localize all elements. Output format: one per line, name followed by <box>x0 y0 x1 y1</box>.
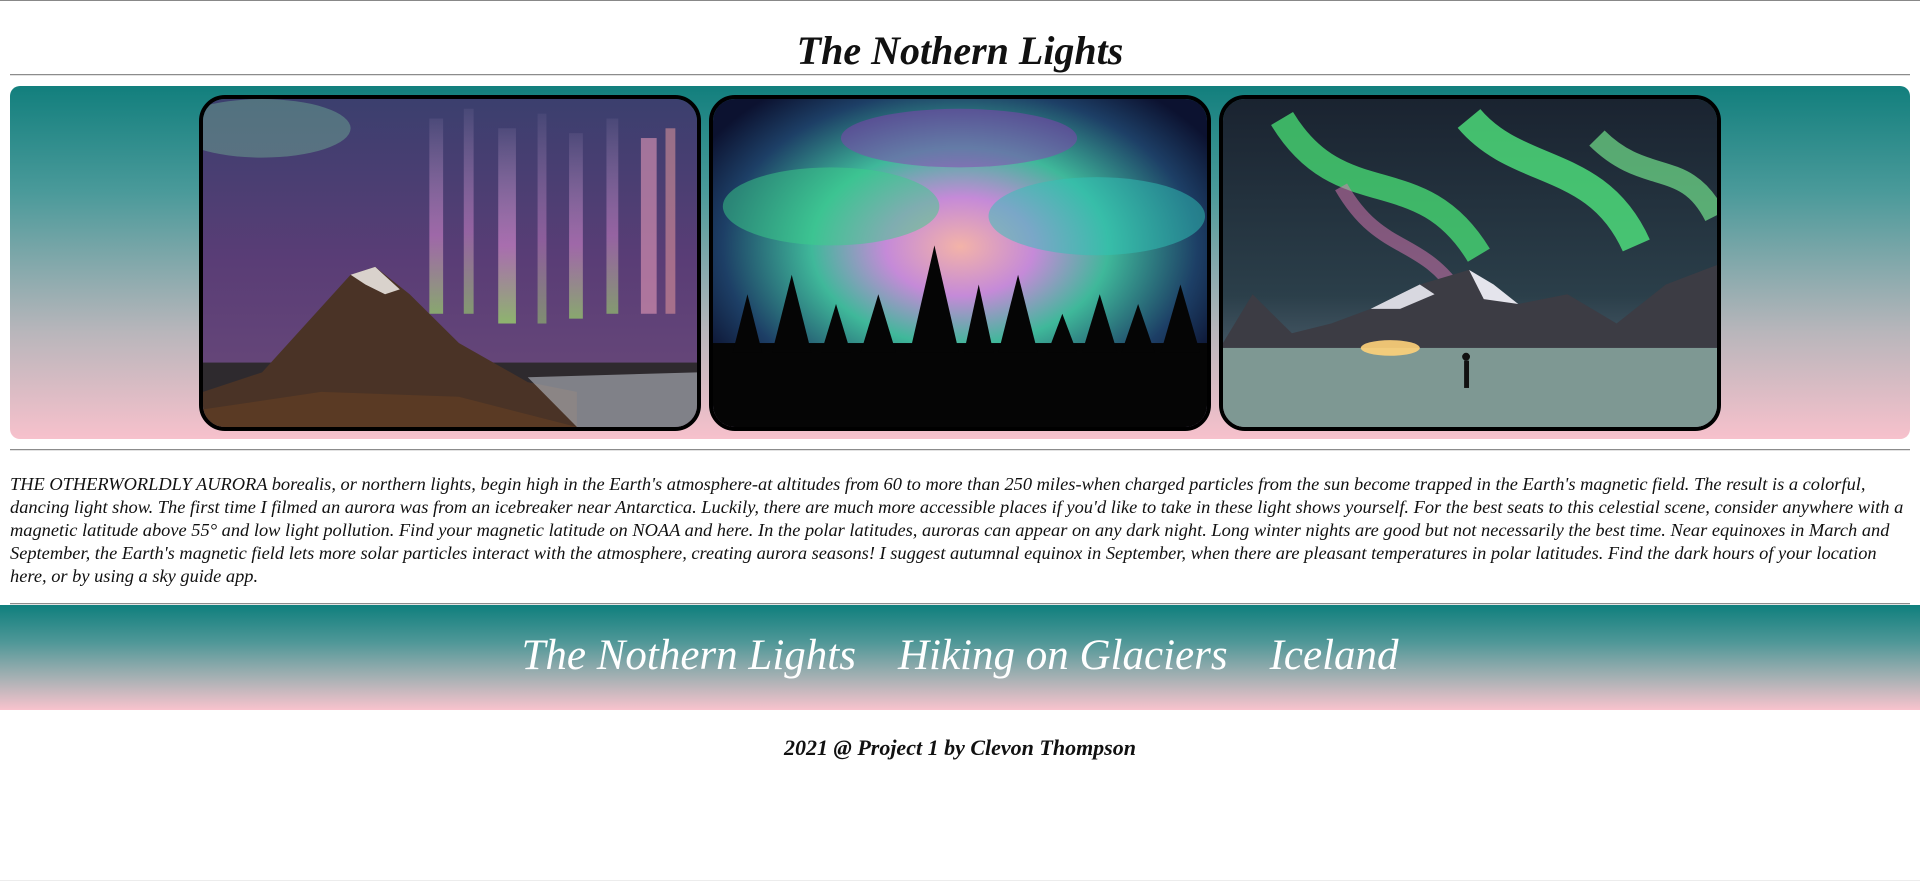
article-text: THE OTHERWORLDLY AURORA borealis, or nor… <box>10 474 1904 586</box>
aurora-mountain-image <box>199 94 701 431</box>
header-divider <box>10 74 1910 76</box>
nav-link-hiking-on-glaciers[interactable]: Hiking on Glaciers <box>898 631 1228 680</box>
page-title: The Nothern Lights <box>796 28 1124 73</box>
nav-link-iceland[interactable]: Iceland <box>1270 631 1399 680</box>
footer-nav: The Nothern Lights Hiking on Glaciers Ic… <box>0 605 1920 710</box>
aurora-glacier-image <box>1219 94 1721 431</box>
page: The Nothern Lights THE OTHERWORLDLY AURO… <box>0 0 1920 883</box>
gallery-divider <box>10 449 1910 451</box>
footer-credit: 2021 @ Project 1 by Clevon Thompson <box>784 735 1136 760</box>
image-gallery <box>10 86 1910 439</box>
bottom-divider <box>0 880 1920 881</box>
aurora-forest-image <box>709 94 1211 431</box>
nav-link-nothern-lights[interactable]: The Nothern Lights <box>521 631 856 680</box>
